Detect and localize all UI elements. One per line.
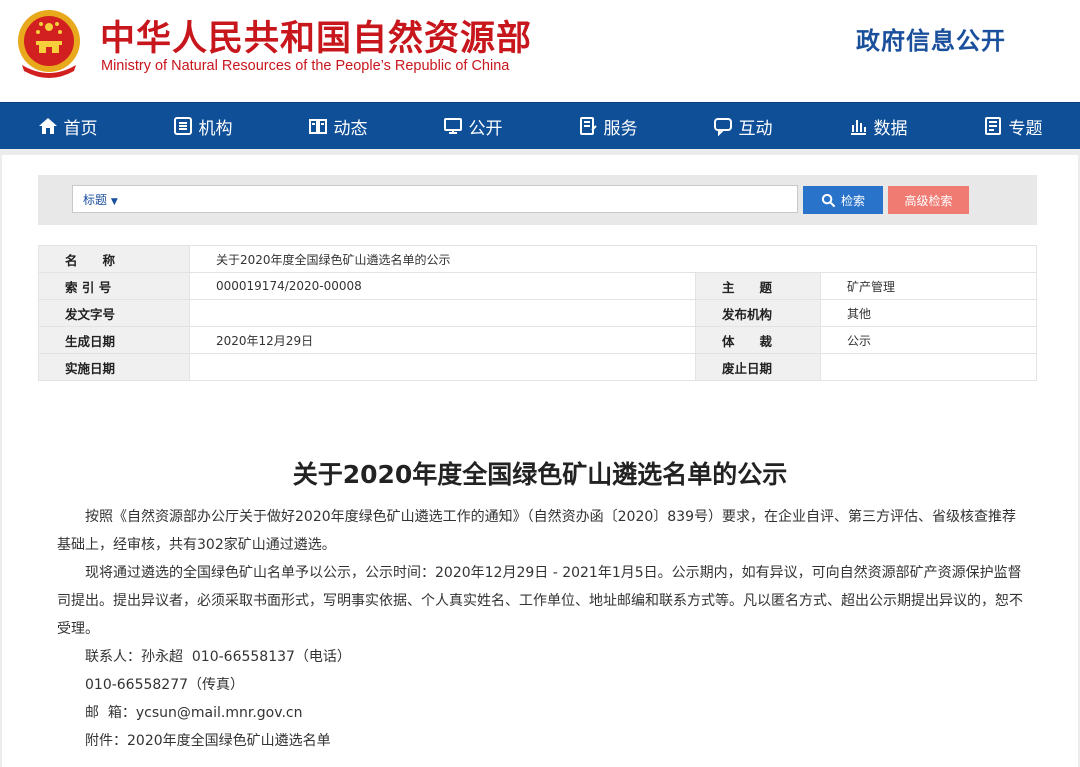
site-subtitle: Ministry of Natural Resources of the Peo… bbox=[101, 58, 510, 74]
article-title: 关于2020年度全国绿色矿山遴选名单的公示 bbox=[292, 460, 788, 489]
nav-item-data[interactable]: 数据 bbox=[810, 103, 945, 149]
article-paragraph: 按照《自然资源部办公厅关于做好2020年度绿色矿山遴选工作的通知》（自然资办函〔… bbox=[57, 509, 1016, 553]
meta-label-created: 生成日期 bbox=[38, 326, 190, 354]
meta-label-issuer: 发布机构 bbox=[695, 299, 821, 327]
email-line: 邮 箱：ycsun@mail.mnr.gov.cn bbox=[85, 705, 303, 721]
meta-label-docno: 发文字号 bbox=[38, 299, 190, 327]
table-row: 名 称 关于2020年度全国绿色矿山遴选名单的公示 bbox=[38, 245, 1037, 273]
table-row: 发文字号 发布机构 其他 bbox=[38, 299, 1037, 327]
table-row: 索 引 号 000019174/2020-00008 主 题 矿产管理 bbox=[38, 272, 1037, 300]
main-nav: 首页 机构 动态 公开 服务 互动 数据 专题 bbox=[0, 102, 1080, 149]
meta-value-genre: 公示 bbox=[820, 326, 1037, 354]
topic-icon bbox=[984, 117, 1001, 135]
meta-value-name: 关于2020年度全国绿色矿山遴选名单的公示 bbox=[189, 245, 1037, 273]
monitor-icon bbox=[443, 118, 462, 134]
meta-value-index: 000019174/2020-00008 bbox=[189, 272, 696, 300]
meta-value-subject: 矿产管理 bbox=[820, 272, 1037, 300]
meta-value-effective bbox=[189, 353, 696, 381]
meta-value-docno bbox=[189, 299, 696, 327]
contact-line: 联系人：孙永超 010-66558137（电话） bbox=[85, 649, 351, 665]
page-background: 标题 ▼ 检索 高级检索 名 称 关于2020年度全国绿色矿山遴选名单的公示 索… bbox=[0, 149, 1080, 767]
nav-item-label: 动态 bbox=[333, 118, 368, 139]
search-input[interactable]: 标题 ▼ bbox=[72, 185, 798, 213]
article-paragraph: 现将通过遴选的全国绿色矿山名单予以公示，公示时间：2020年12月29日 - 2… bbox=[57, 565, 1023, 637]
site-title: 中华人民共和国自然资源部 bbox=[100, 19, 533, 59]
nav-item-label: 首页 bbox=[63, 118, 98, 139]
document-meta-table: 名 称 关于2020年度全国绿色矿山遴选名单的公示 索 引 号 00001917… bbox=[38, 245, 1037, 381]
search-type-select[interactable]: 标题 ▼ bbox=[83, 191, 118, 208]
chevron-down-icon: ▼ bbox=[110, 197, 118, 207]
meta-label-subject: 主 题 bbox=[695, 272, 821, 300]
national-emblem-icon[interactable] bbox=[14, 7, 84, 79]
meta-value-issuer: 其他 bbox=[820, 299, 1037, 327]
section-title[interactable]: 政府信息公开 bbox=[856, 21, 1006, 56]
meta-label-name: 名 称 bbox=[38, 245, 190, 273]
nav-item-service[interactable]: 服务 bbox=[540, 103, 675, 149]
nav-item-label: 专题 bbox=[1008, 118, 1043, 139]
nav-item-topic[interactable]: 专题 bbox=[945, 103, 1080, 149]
search-type-label: 标题 bbox=[83, 193, 108, 207]
table-row: 生成日期 2020年12月29日 体 裁 公示 bbox=[38, 326, 1037, 354]
nav-item-label: 机构 bbox=[198, 118, 233, 139]
article-body: 按照《自然资源部办公厅关于做好2020年度绿色矿山遴选工作的通知》（自然资办函〔… bbox=[57, 503, 1023, 755]
chat-icon bbox=[713, 118, 732, 136]
search-button-label: 检索 bbox=[840, 193, 865, 208]
meta-value-expiry bbox=[820, 353, 1037, 381]
meta-label-genre: 体 裁 bbox=[695, 326, 821, 354]
attachment-link[interactable]: 附件：2020年度全国绿色矿山遴选名单 bbox=[57, 727, 1023, 755]
nav-item-label: 数据 bbox=[873, 118, 908, 139]
site-header: 中华人民共和国自然资源部 Ministry of Natural Resourc… bbox=[0, 0, 1080, 102]
nav-item-home[interactable]: 首页 bbox=[0, 103, 135, 149]
table-row: 实施日期 废止日期 bbox=[38, 353, 1037, 381]
meta-value-created: 2020年12月29日 bbox=[189, 326, 696, 354]
organization-icon bbox=[173, 117, 192, 135]
nav-item-interaction[interactable]: 互动 bbox=[675, 103, 810, 149]
search-icon bbox=[821, 193, 836, 207]
search-button[interactable]: 检索 bbox=[803, 186, 883, 214]
advanced-search-button[interactable]: 高级检索 bbox=[888, 186, 969, 214]
content-panel: 标题 ▼ 检索 高级检索 名 称 关于2020年度全国绿色矿山遴选名单的公示 索… bbox=[2, 155, 1078, 767]
fax-line: 010-66558277（传真） bbox=[85, 677, 245, 693]
meta-label-effective: 实施日期 bbox=[38, 353, 190, 381]
nav-item-organization[interactable]: 机构 bbox=[135, 103, 270, 149]
search-bar: 标题 ▼ 检索 高级检索 bbox=[38, 175, 1037, 225]
nav-item-label: 互动 bbox=[738, 118, 773, 139]
nav-item-label: 服务 bbox=[603, 118, 638, 139]
service-icon bbox=[579, 117, 597, 135]
nav-item-label: 公开 bbox=[468, 118, 503, 139]
nav-item-news[interactable]: 动态 bbox=[270, 103, 405, 149]
chart-icon bbox=[850, 120, 866, 135]
news-icon bbox=[308, 119, 327, 134]
home-icon bbox=[38, 118, 57, 134]
meta-label-expiry: 废止日期 bbox=[695, 353, 821, 381]
nav-item-open[interactable]: 公开 bbox=[405, 103, 540, 149]
meta-label-index: 索 引 号 bbox=[38, 272, 190, 300]
